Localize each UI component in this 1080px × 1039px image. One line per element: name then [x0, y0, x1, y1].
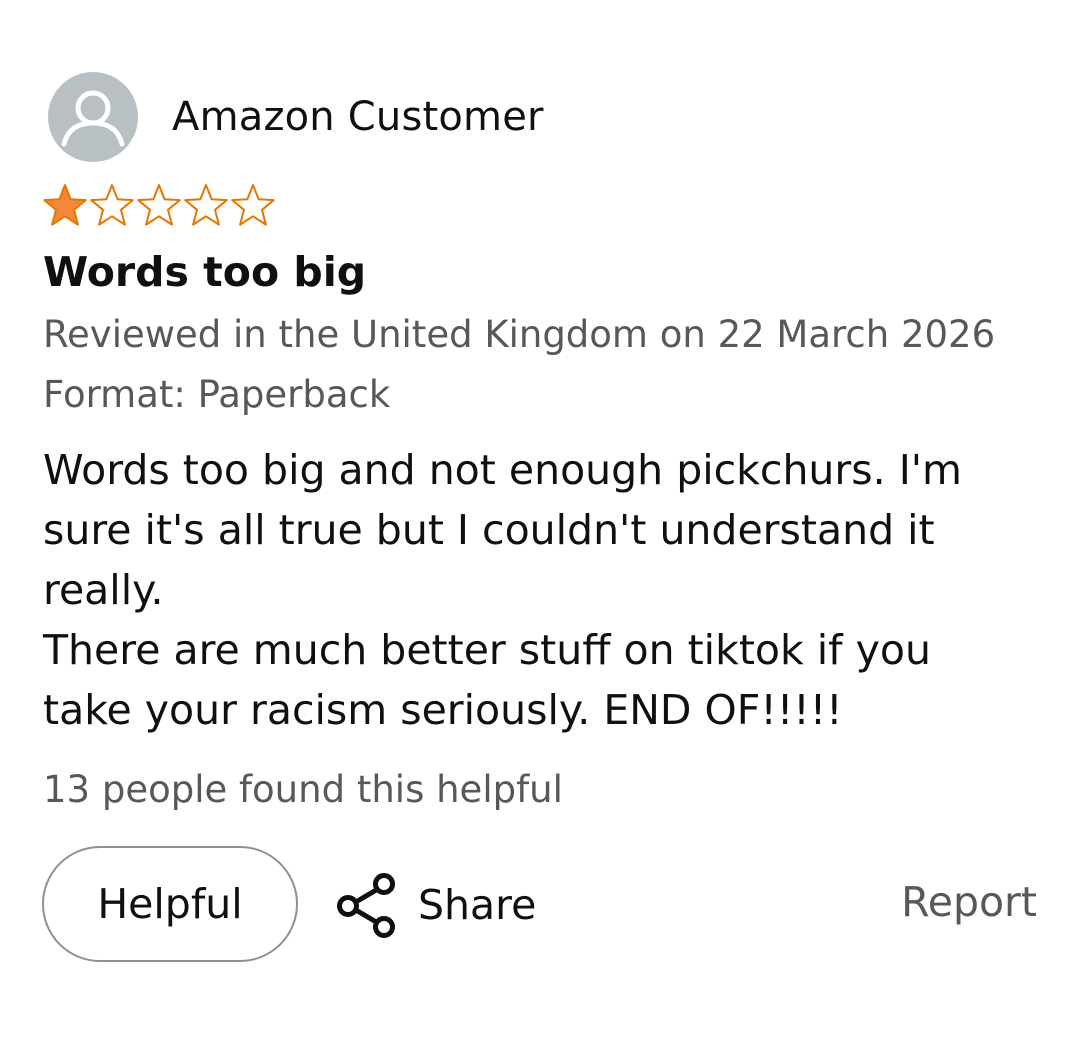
review-body-line: sure it's all true but I couldn't unders…	[43, 506, 935, 554]
review-body-line: really.	[43, 566, 164, 614]
star-empty-icon	[90, 184, 134, 226]
review-body: Words too big and not enough pickchurs. …	[43, 440, 1043, 740]
author-name[interactable]: Amazon Customer	[172, 94, 544, 140]
helpful-button[interactable]: Helpful	[42, 846, 298, 962]
share-icon	[337, 873, 395, 938]
star-empty-icon	[137, 184, 181, 226]
review-card: Amazon Customer Words too big Reviewed i…	[0, 0, 1080, 1039]
user-avatar-icon	[61, 90, 125, 147]
review-body-line: Words too big and not enough pickchurs. …	[43, 446, 962, 494]
review-header: Amazon Customer	[48, 72, 544, 162]
avatar	[48, 72, 138, 162]
star-empty-icon	[184, 184, 228, 226]
review-title: Words too big	[43, 248, 367, 296]
review-date: Reviewed in the United Kingdom on 22 Mar…	[43, 313, 996, 356]
review-body-line: take your racism seriously. END OF!!!!!	[43, 686, 843, 734]
star-filled-icon	[43, 184, 87, 226]
review-body-line: There are much better stuff on tiktok if…	[43, 626, 931, 674]
star-empty-icon	[231, 184, 275, 226]
helpful-count: 13 people found this helpful	[43, 768, 563, 811]
star-rating	[42, 183, 276, 227]
share-button[interactable]: Share	[336, 870, 536, 940]
share-label: Share	[418, 881, 537, 929]
review-format: Format: Paperback	[43, 373, 391, 416]
report-link[interactable]: Report	[901, 878, 1037, 926]
